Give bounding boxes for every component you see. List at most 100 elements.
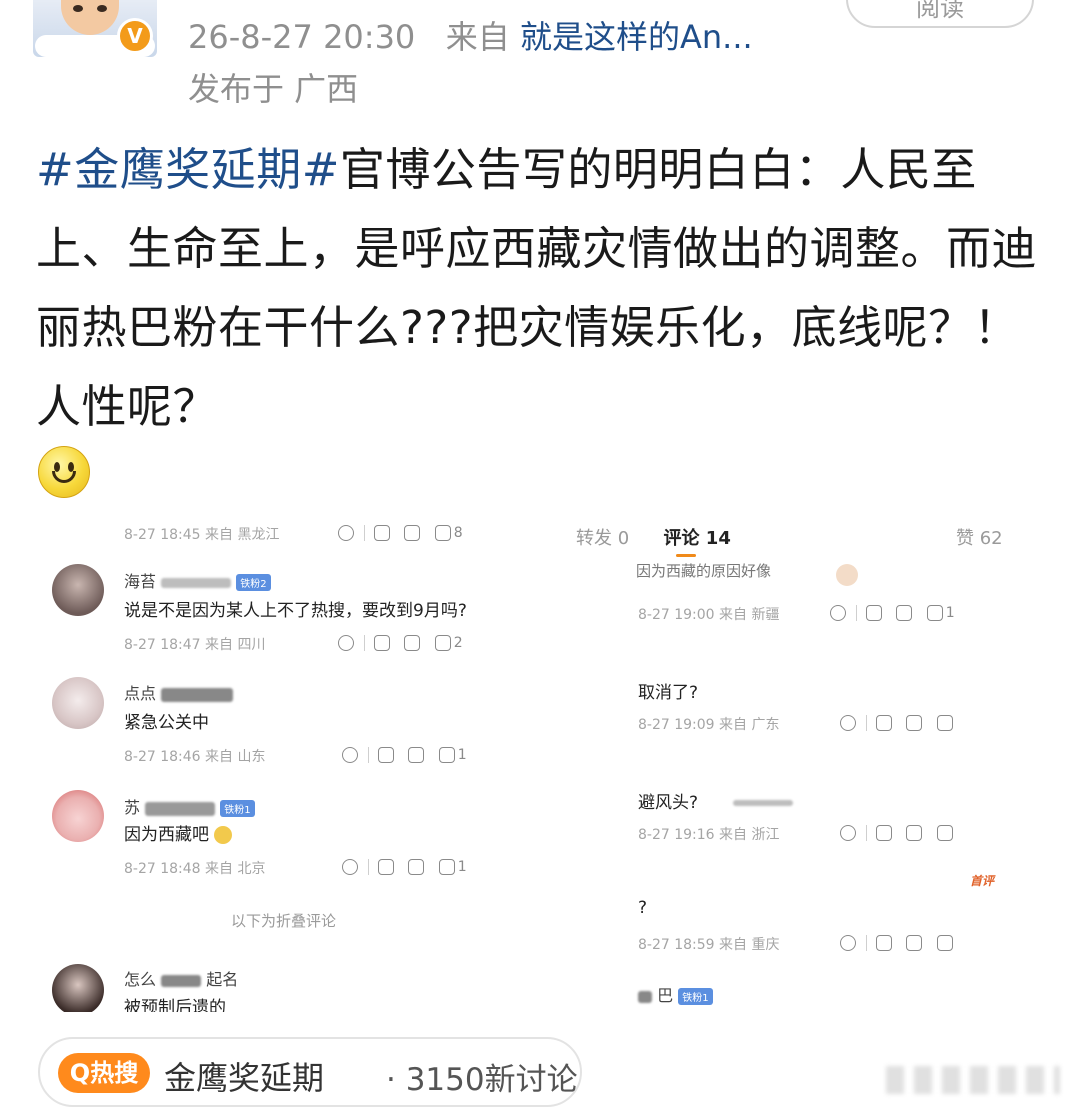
emoji-reply-icon[interactable] — [830, 604, 846, 621]
like-icon[interactable] — [438, 746, 455, 763]
emoji-reply-icon[interactable] — [338, 634, 354, 651]
blurred-text — [733, 800, 794, 806]
comment-icon[interactable] — [404, 634, 421, 651]
post-meta: 26-8-27 20:30 来自 就是这样的An... — [188, 12, 753, 58]
like-count: 1 — [457, 858, 467, 875]
commenter-avatar[interactable] — [52, 790, 104, 842]
tab-repost[interactable]: 转发 0 — [576, 528, 629, 549]
comment-meta: 8-27 18:46 来自 山东 — [124, 749, 266, 765]
hashtag-link[interactable]: #金鹰奖延期# — [36, 143, 340, 196]
comment-actions: 8 — [338, 523, 463, 541]
fan-level-badge: 铁粉1 — [220, 800, 255, 817]
divider — [855, 604, 857, 621]
post-location: 发布于 广西 — [188, 70, 359, 108]
share-icon[interactable] — [374, 634, 391, 651]
like-count: 1 — [457, 746, 467, 763]
doge-emoji-icon — [214, 826, 233, 844]
commenter-name[interactable]: 苏 铁粉1 — [124, 794, 255, 818]
topic-discussion-count: · 3150新讨论 — [386, 1062, 578, 1098]
post-body: #金鹰奖延期#官博公告写的明明白白：人民至上、生命至上，是呼应西藏灾情做出的调整… — [36, 130, 1046, 446]
blurred-text — [161, 974, 202, 987]
like-count: 2 — [453, 634, 463, 651]
like-icon[interactable] — [926, 604, 943, 621]
comment-meta: 8-27 18:48 来自 北京 — [124, 861, 266, 877]
share-icon[interactable] — [378, 746, 395, 763]
comment-text: 被预制后遗的 — [124, 998, 226, 1012]
comment-icon[interactable] — [906, 824, 923, 841]
blurred-text — [161, 577, 232, 588]
comment-icon[interactable] — [404, 524, 421, 541]
blurred-text — [145, 801, 216, 816]
emoji-reply-icon[interactable] — [840, 934, 856, 951]
active-tab-indicator — [676, 554, 696, 557]
share-icon[interactable] — [378, 858, 395, 875]
partial-comment-text: 因为西藏的原因好像 — [636, 562, 772, 580]
first-review-badge: 首评 — [970, 874, 995, 888]
smile-emoji-icon — [38, 446, 90, 498]
comment-icon[interactable] — [906, 934, 923, 951]
commenter-name-text: 巴 — [657, 986, 674, 1005]
divider — [865, 824, 867, 841]
comment-actions: 1 — [342, 857, 467, 875]
like-icon[interactable] — [936, 934, 953, 951]
fan-level-badge: 铁粉1 — [678, 988, 713, 1005]
share-icon[interactable] — [876, 934, 893, 951]
emoji-reply-icon[interactable] — [342, 858, 358, 875]
source-link[interactable]: 就是这样的An... — [520, 18, 753, 56]
tab-comment[interactable]: 评论 14 — [664, 528, 731, 549]
share-icon[interactable] — [876, 824, 893, 841]
comment-icon[interactable] — [896, 604, 913, 621]
commenter-name[interactable]: 巴 铁粉1 — [638, 982, 713, 1006]
topic-title: 金鹰奖延期 — [164, 1059, 325, 1097]
like-count: 8 — [453, 524, 463, 541]
comment-icon[interactable] — [408, 746, 425, 763]
comment-meta: 8-27 19:00 来自 新疆 — [638, 607, 780, 623]
comment-icon[interactable] — [906, 714, 923, 731]
embedded-screenshot[interactable]: 8-27 18:45 来自 黑龙江 8 海苔 铁粉2 说是不是因为某人上不了热搜… — [36, 512, 1036, 1012]
commenter-avatar[interactable] — [52, 677, 104, 729]
like-icon[interactable] — [434, 634, 451, 651]
folded-comments-label[interactable]: 以下为折叠评论 — [231, 910, 336, 931]
tab-like[interactable]: 赞 62 — [956, 524, 1003, 550]
emoji-reply-icon[interactable] — [840, 714, 856, 731]
commenter-name-text: 海苔 — [124, 572, 157, 591]
share-icon[interactable] — [374, 524, 391, 541]
emoji-reply-icon[interactable] — [338, 524, 354, 541]
watermark — [886, 1066, 1060, 1094]
comment-actions: 1 — [830, 603, 955, 621]
divider — [363, 634, 365, 651]
comment-actions — [840, 713, 953, 731]
smiley-mouth — [52, 471, 76, 483]
commenter-name[interactable]: 点点 — [124, 680, 234, 704]
share-icon[interactable] — [876, 714, 893, 731]
commenter-name-text: 点点 — [124, 684, 157, 703]
commenter-avatar[interactable] — [52, 964, 104, 1012]
comment-text: 因为西藏吧 — [124, 820, 233, 845]
avatar-eye — [97, 5, 107, 12]
read-button[interactable]: 阅读 — [846, 0, 1034, 28]
emoji-reply-icon[interactable] — [342, 746, 358, 763]
like-icon[interactable] — [434, 524, 451, 541]
comment-icon[interactable] — [408, 858, 425, 875]
comment-tabs: 转发 0 评论 14 — [576, 524, 731, 557]
divider — [363, 524, 365, 541]
hot-topic-pill[interactable]: Q热搜 金鹰奖延期 · 3150新讨论 — [38, 1037, 582, 1107]
blurred-text — [638, 990, 652, 1003]
avatar-eye — [73, 5, 83, 12]
commenter-avatar[interactable] — [52, 564, 104, 616]
hot-search-icon: Q热搜 — [58, 1053, 150, 1093]
commenter-name-text: 苏 — [124, 798, 141, 817]
share-icon[interactable] — [866, 604, 883, 621]
emoji-reply-icon[interactable] — [840, 824, 856, 841]
like-icon[interactable] — [936, 824, 953, 841]
commenter-name[interactable]: 怎么 起名 — [124, 966, 238, 990]
like-icon[interactable] — [936, 714, 953, 731]
commenter-name[interactable]: 海苔 铁粉2 — [124, 568, 271, 592]
comment-actions: 2 — [338, 633, 463, 651]
fan-level-badge: 铁粉2 — [236, 574, 271, 591]
comment-text: 紧急公关中 — [124, 713, 209, 733]
comment-meta: 8-27 18:59 来自 重庆 — [638, 937, 780, 953]
divider — [367, 858, 369, 875]
like-icon[interactable] — [438, 858, 455, 875]
comment-text: 取消了? — [638, 683, 699, 703]
